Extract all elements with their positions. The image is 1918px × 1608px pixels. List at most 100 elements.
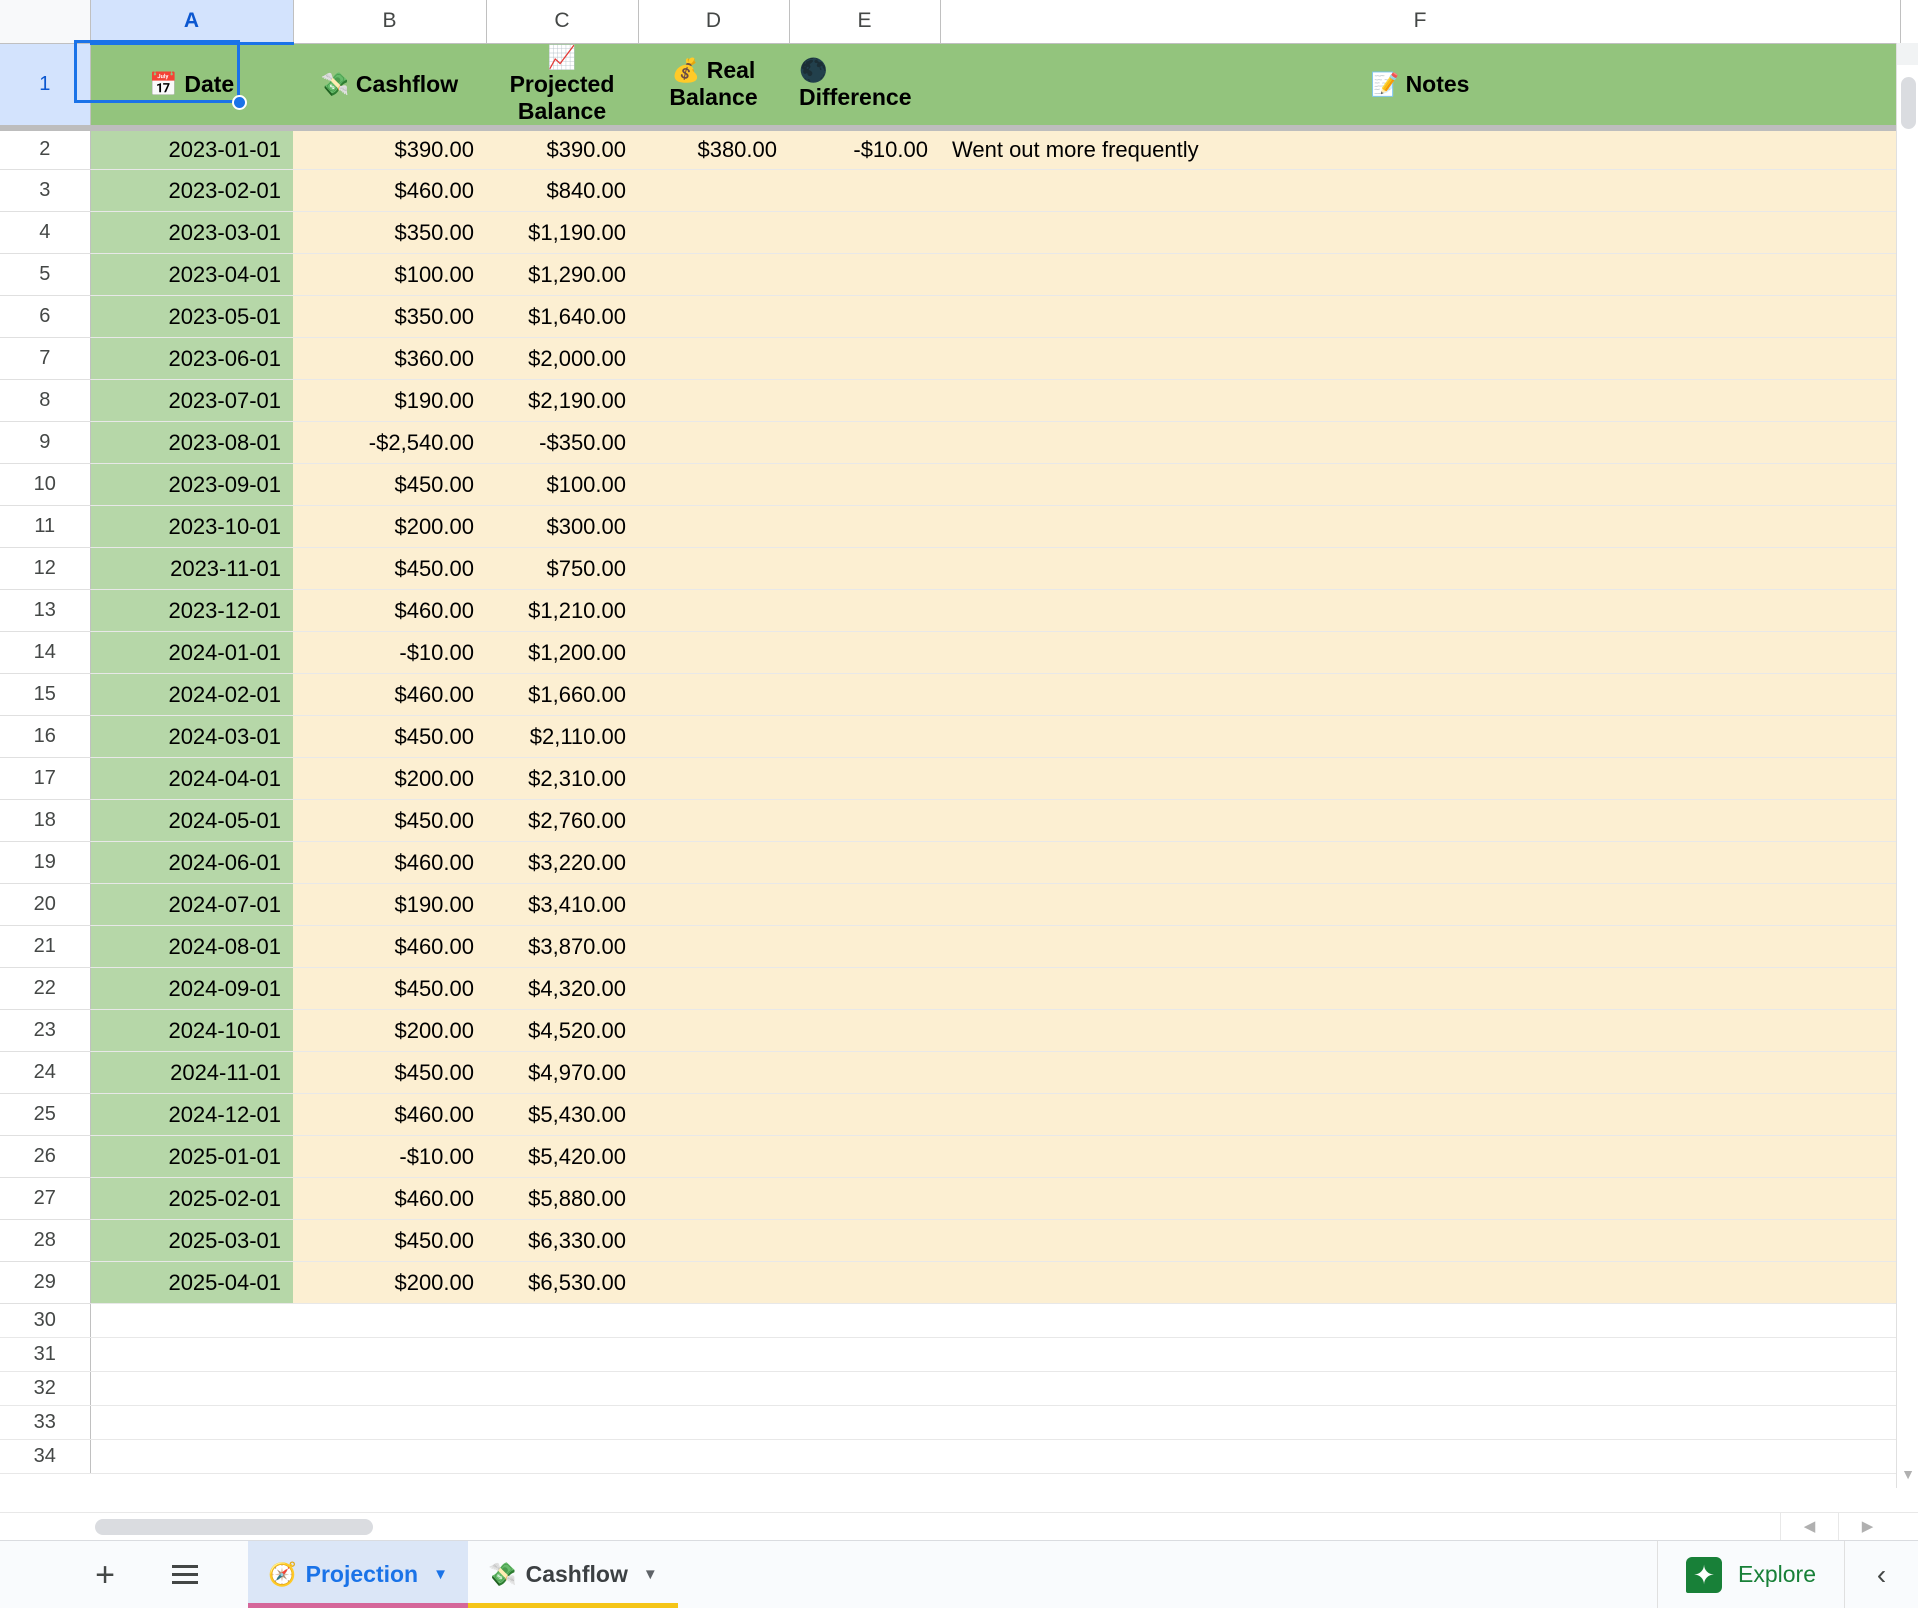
cell-projected[interactable]: $5,880.00 bbox=[486, 1178, 638, 1220]
cell-difference[interactable] bbox=[789, 296, 940, 338]
empty-cells[interactable] bbox=[90, 1406, 1900, 1440]
cell-date[interactable]: 2024-08-01 bbox=[90, 926, 293, 968]
cell-difference[interactable] bbox=[789, 758, 940, 800]
empty-cells[interactable] bbox=[90, 1372, 1900, 1406]
cell-real[interactable] bbox=[638, 884, 789, 926]
cell-date[interactable]: 2025-02-01 bbox=[90, 1178, 293, 1220]
cell-cashflow[interactable]: $450.00 bbox=[293, 548, 486, 590]
cell-difference[interactable] bbox=[789, 212, 940, 254]
cell-notes[interactable] bbox=[940, 1178, 1900, 1220]
cell-cashflow[interactable]: $450.00 bbox=[293, 968, 486, 1010]
cell-cashflow[interactable]: $460.00 bbox=[293, 590, 486, 632]
cell-difference[interactable] bbox=[789, 1136, 940, 1178]
scroll-right-icon[interactable]: ▶ bbox=[1838, 1513, 1896, 1541]
cell-cashflow[interactable]: $350.00 bbox=[293, 296, 486, 338]
row-header-14[interactable]: 14 bbox=[0, 632, 90, 674]
cell-difference[interactable] bbox=[789, 884, 940, 926]
cell-difference[interactable] bbox=[789, 716, 940, 758]
sheet-tab-cashflow[interactable]: 💸Cashflow▼ bbox=[468, 1541, 678, 1608]
cell-difference[interactable] bbox=[789, 674, 940, 716]
row-header-27[interactable]: 27 bbox=[0, 1178, 90, 1220]
cell-projected[interactable]: $2,000.00 bbox=[486, 338, 638, 380]
cell-difference[interactable] bbox=[789, 338, 940, 380]
cell-cashflow[interactable]: $460.00 bbox=[293, 1178, 486, 1220]
cell-notes[interactable] bbox=[940, 296, 1900, 338]
cell-c1-projected-balance-header[interactable]: 📈 Projected Balance bbox=[486, 43, 638, 128]
table-row[interactable]: 162024-03-01$450.00$2,110.00 bbox=[0, 716, 1900, 758]
column-header-e[interactable]: E bbox=[789, 0, 940, 43]
grid-container[interactable]: A B C D E F 1 📅 Date 💸 Cashflow � bbox=[0, 0, 1918, 1540]
cell-projected[interactable]: $390.00 bbox=[486, 128, 638, 170]
cell-real[interactable] bbox=[638, 632, 789, 674]
cell-real[interactable] bbox=[638, 338, 789, 380]
cell-real[interactable] bbox=[638, 548, 789, 590]
cell-notes[interactable] bbox=[940, 884, 1900, 926]
table-row[interactable]: 92023-08-01-$2,540.00-$350.00 bbox=[0, 422, 1900, 464]
horizontal-scrollbar[interactable]: ◀ ▶ bbox=[0, 1512, 1918, 1540]
cell-difference[interactable] bbox=[789, 632, 940, 674]
cell-e1-difference-header[interactable]: 🌑 Difference bbox=[789, 43, 940, 128]
cell-real[interactable] bbox=[638, 800, 789, 842]
cell-projected[interactable]: $2,760.00 bbox=[486, 800, 638, 842]
cell-notes[interactable] bbox=[940, 632, 1900, 674]
cell-projected[interactable]: $840.00 bbox=[486, 170, 638, 212]
column-header-f[interactable]: F bbox=[940, 0, 1900, 43]
row-header-24[interactable]: 24 bbox=[0, 1052, 90, 1094]
cell-notes[interactable]: Went out more frequently bbox=[940, 128, 1900, 170]
cell-date[interactable]: 2025-04-01 bbox=[90, 1262, 293, 1304]
cell-real[interactable] bbox=[638, 1178, 789, 1220]
explore-button[interactable]: ✦ Explore bbox=[1657, 1541, 1844, 1608]
cell-cashflow[interactable]: $190.00 bbox=[293, 380, 486, 422]
cell-real[interactable] bbox=[638, 1010, 789, 1052]
cell-date[interactable]: 2024-05-01 bbox=[90, 800, 293, 842]
column-header-a[interactable]: A bbox=[90, 0, 293, 43]
empty-row[interactable]: 30 bbox=[0, 1304, 1900, 1338]
empty-cells[interactable] bbox=[90, 1304, 1900, 1338]
cell-f1-notes-header[interactable]: 📝 Notes bbox=[940, 43, 1900, 128]
cell-date[interactable]: 2023-11-01 bbox=[90, 548, 293, 590]
cell-projected[interactable]: $1,200.00 bbox=[486, 632, 638, 674]
cell-real[interactable] bbox=[638, 842, 789, 884]
row-header-4[interactable]: 4 bbox=[0, 212, 90, 254]
table-row[interactable]: 172024-04-01$200.00$2,310.00 bbox=[0, 758, 1900, 800]
row-header-2[interactable]: 2 bbox=[0, 128, 90, 170]
cell-date[interactable]: 2023-02-01 bbox=[90, 170, 293, 212]
cell-notes[interactable] bbox=[940, 170, 1900, 212]
cell-notes[interactable] bbox=[940, 758, 1900, 800]
cell-real[interactable] bbox=[638, 674, 789, 716]
empty-row[interactable]: 34 bbox=[0, 1440, 1900, 1474]
cell-real[interactable] bbox=[638, 1220, 789, 1262]
cell-date[interactable]: 2023-05-01 bbox=[90, 296, 293, 338]
cell-cashflow[interactable]: $450.00 bbox=[293, 464, 486, 506]
cell-date[interactable]: 2024-04-01 bbox=[90, 758, 293, 800]
row-header-33[interactable]: 33 bbox=[0, 1406, 90, 1440]
cell-notes[interactable] bbox=[940, 338, 1900, 380]
cell-real[interactable] bbox=[638, 380, 789, 422]
cell-cashflow[interactable]: $190.00 bbox=[293, 884, 486, 926]
cell-notes[interactable] bbox=[940, 800, 1900, 842]
cell-real[interactable] bbox=[638, 926, 789, 968]
row-header-16[interactable]: 16 bbox=[0, 716, 90, 758]
table-row[interactable]: 262025-01-01-$10.00$5,420.00 bbox=[0, 1136, 1900, 1178]
table-row[interactable]: 232024-10-01$200.00$4,520.00 bbox=[0, 1010, 1900, 1052]
cell-real[interactable] bbox=[638, 422, 789, 464]
cell-projected[interactable]: $3,220.00 bbox=[486, 842, 638, 884]
cell-date[interactable]: 2023-01-01 bbox=[90, 128, 293, 170]
row-header-10[interactable]: 10 bbox=[0, 464, 90, 506]
cell-date[interactable]: 2024-06-01 bbox=[90, 842, 293, 884]
cell-projected[interactable]: $750.00 bbox=[486, 548, 638, 590]
row-header-5[interactable]: 5 bbox=[0, 254, 90, 296]
cell-difference[interactable] bbox=[789, 464, 940, 506]
cell-cashflow[interactable]: -$10.00 bbox=[293, 632, 486, 674]
cell-projected[interactable]: $6,330.00 bbox=[486, 1220, 638, 1262]
cell-date[interactable]: 2024-09-01 bbox=[90, 968, 293, 1010]
table-row[interactable]: 112023-10-01$200.00$300.00 bbox=[0, 506, 1900, 548]
cell-projected[interactable]: -$350.00 bbox=[486, 422, 638, 464]
cell-projected[interactable]: $4,320.00 bbox=[486, 968, 638, 1010]
cell-notes[interactable] bbox=[940, 1220, 1900, 1262]
cell-cashflow[interactable]: $200.00 bbox=[293, 506, 486, 548]
table-row[interactable]: 292025-04-01$200.00$6,530.00 bbox=[0, 1262, 1900, 1304]
cell-projected[interactable]: $1,640.00 bbox=[486, 296, 638, 338]
cell-notes[interactable] bbox=[940, 212, 1900, 254]
cell-projected[interactable]: $1,660.00 bbox=[486, 674, 638, 716]
